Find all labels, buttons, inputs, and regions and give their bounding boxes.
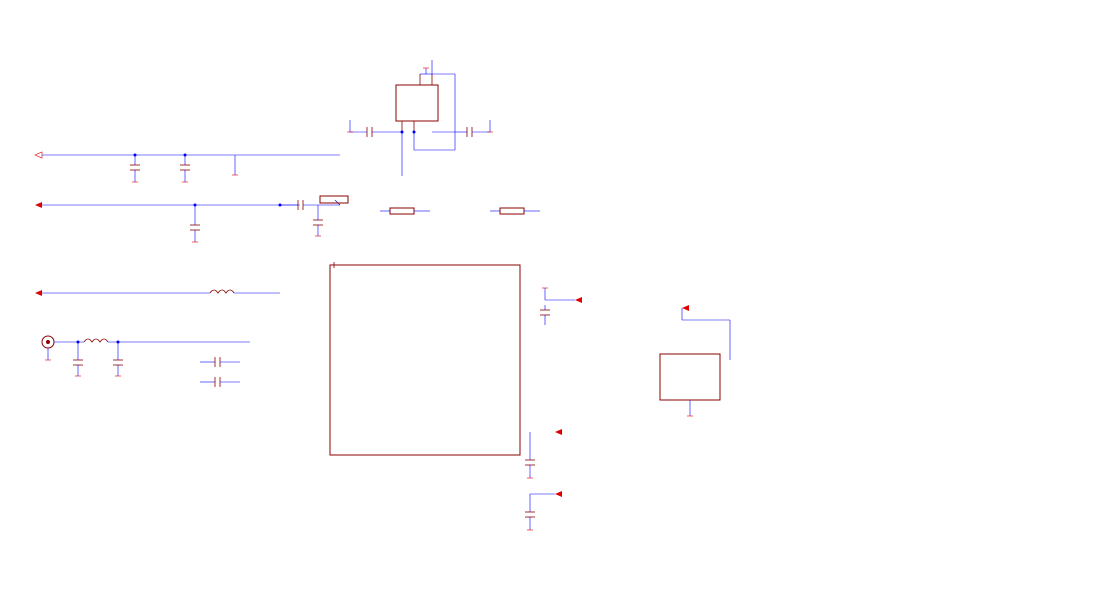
cap-c15	[113, 341, 123, 377]
res-r1	[320, 196, 348, 205]
cap-c6	[313, 205, 323, 236]
inductor-l5	[210, 290, 280, 293]
cap-c4	[540, 288, 582, 325]
cap-c20	[180, 154, 190, 183]
res-r2	[380, 208, 430, 214]
power-rail-low	[35, 290, 280, 296]
cap-c16-c17	[200, 357, 240, 387]
inductor-l4	[84, 339, 250, 342]
crystal-block	[396, 68, 438, 132]
schematic-main	[0, 0, 790, 600]
cap-c1	[347, 120, 404, 137]
power-rail-top	[35, 152, 340, 158]
cap-c14	[73, 341, 83, 377]
chip-esp32	[330, 262, 520, 455]
cap-c5	[279, 200, 341, 210]
crystal-to-chip	[402, 132, 455, 176]
cap-c9	[190, 204, 200, 243]
cap-c3	[130, 154, 140, 183]
res-r3	[490, 208, 540, 214]
power-rail-mid	[35, 202, 300, 208]
flash-chip	[660, 305, 730, 416]
cap-c2	[413, 60, 494, 150]
vdd-sdio-block	[525, 429, 562, 530]
